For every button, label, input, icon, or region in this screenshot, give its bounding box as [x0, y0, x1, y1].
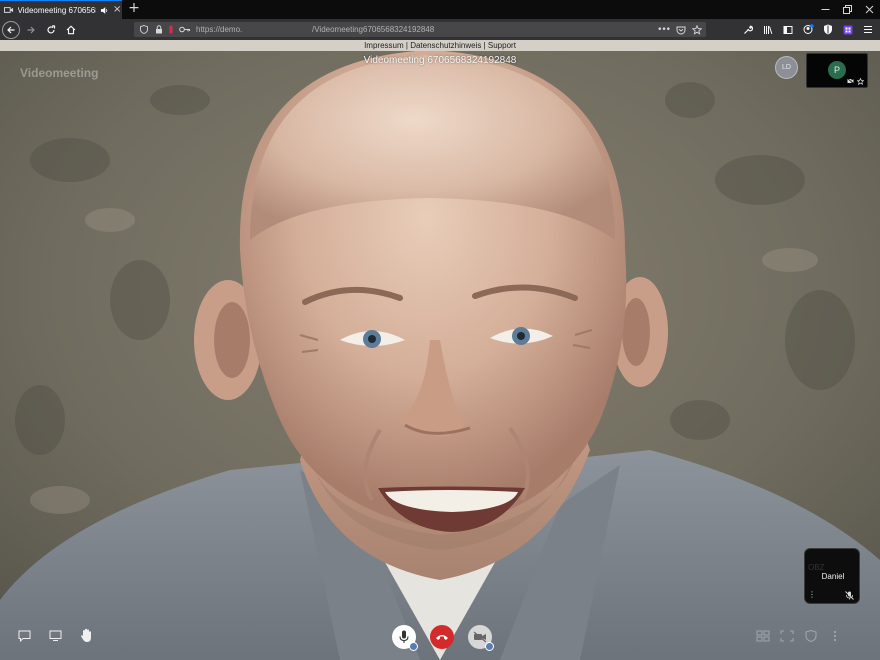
camera-off-small-icon	[847, 78, 854, 84]
wrench-icon[interactable]	[740, 22, 756, 38]
url-text: https://demo./Videomeeting67065683241928…	[196, 25, 435, 34]
footer-separator: |	[483, 41, 486, 50]
microphone-permission-icon[interactable]	[169, 25, 173, 35]
raise-hand-icon[interactable]	[78, 628, 95, 643]
grid-view-icon[interactable]	[756, 630, 770, 642]
reader-view-icon[interactable]	[780, 22, 796, 38]
thumbnail-status-icons	[847, 78, 864, 85]
page-actions-icon[interactable]: •••	[657, 25, 671, 35]
main-video	[0, 40, 880, 660]
minimize-icon[interactable]	[814, 0, 836, 19]
fullscreen-icon[interactable]	[780, 630, 794, 642]
more-options-icon[interactable]	[828, 630, 842, 642]
back-button[interactable]	[2, 20, 20, 39]
brand-name: Videomeeting	[20, 66, 99, 80]
pocket-icon[interactable]	[676, 25, 686, 35]
shield-extension-icon[interactable]	[820, 22, 836, 38]
bookmark-star-icon[interactable]	[692, 24, 702, 35]
tile-ghost-text: OBZ	[808, 563, 825, 572]
hamburger-menu-icon[interactable]	[860, 22, 876, 38]
participant-avatar-ld[interactable]: LD	[775, 56, 798, 79]
tab-videomeeting[interactable]: Videomeeting 67065683241 ×	[0, 0, 122, 19]
url-actions: •••	[657, 22, 702, 37]
tab-bar: Videomeeting 67065683241 × +	[0, 0, 880, 19]
camera-settings-badge[interactable]	[485, 642, 494, 651]
footer-links-bar: Impressum | Datenschutzhinweis | Support	[0, 40, 880, 51]
restore-icon[interactable]	[836, 0, 858, 19]
reload-icon	[47, 24, 56, 33]
brand-watermark: Videomeeting	[20, 66, 98, 81]
hangup-button[interactable]	[430, 625, 454, 649]
window-controls	[814, 0, 880, 19]
arrow-left-icon	[7, 26, 15, 33]
microphone-icon	[399, 630, 409, 643]
chat-icon[interactable]	[16, 628, 33, 643]
datenschutz-link[interactable]: Datenschutzhinweis	[410, 41, 481, 50]
account-icon[interactable]	[800, 22, 816, 38]
meeting-page: Impressum | Datenschutzhinweis | Support…	[0, 40, 880, 660]
support-link[interactable]: Support	[488, 41, 516, 50]
speaker-icon[interactable]	[100, 6, 109, 15]
hangup-icon	[436, 635, 448, 640]
forward-button[interactable]	[22, 21, 40, 39]
shield-icon[interactable]	[139, 25, 149, 35]
tab-title: Videomeeting 67065683241	[17, 5, 96, 15]
impressum-link[interactable]: Impressum	[364, 41, 404, 50]
meeting-title: Videomeeting 6706568324192848	[363, 55, 517, 66]
shield-security-icon[interactable]	[804, 630, 818, 642]
bottom-left-toolbar	[16, 628, 95, 643]
screen-share-icon[interactable]	[47, 628, 64, 643]
home-button[interactable]	[62, 21, 80, 39]
navigation-bar: https://demo./Videomeeting67065683241928…	[0, 19, 880, 40]
bottom-right-toolbar	[756, 630, 842, 642]
call-controls	[392, 625, 494, 651]
footer-separator: |	[405, 41, 408, 50]
participant-name-daniel: Daniel	[821, 572, 845, 581]
library-icon[interactable]	[760, 22, 776, 38]
mic-muted-icon	[845, 591, 854, 600]
home-icon	[66, 25, 76, 34]
star-outline-icon	[857, 78, 864, 85]
close-window-icon[interactable]	[858, 0, 880, 19]
microphone-button[interactable]	[392, 625, 418, 651]
toolbar-right	[740, 19, 876, 40]
video-camera-icon	[4, 7, 14, 13]
lock-icon[interactable]	[154, 25, 164, 35]
participant-avatar-p: P	[828, 61, 846, 79]
tile-menu-icon[interactable]: ⋮	[808, 591, 816, 599]
camera-button[interactable]	[468, 625, 494, 651]
participant-tile-daniel[interactable]: OBZ Daniel ⋮	[804, 548, 860, 604]
tab-close-button[interactable]: ×	[112, 5, 122, 15]
browser-window: Videomeeting 67065683241 × +	[0, 0, 880, 660]
url-bar[interactable]: https://demo./Videomeeting67065683241928…	[134, 22, 706, 37]
local-video-thumbnail[interactable]: P	[806, 53, 868, 88]
reload-button[interactable]	[42, 21, 60, 39]
mic-settings-badge[interactable]	[409, 642, 418, 651]
camera-off-icon	[473, 631, 487, 643]
extension-icon[interactable]	[840, 22, 856, 38]
key-icon[interactable]	[179, 25, 191, 35]
arrow-right-icon	[27, 26, 35, 33]
new-tab-button[interactable]: +	[127, 1, 141, 16]
